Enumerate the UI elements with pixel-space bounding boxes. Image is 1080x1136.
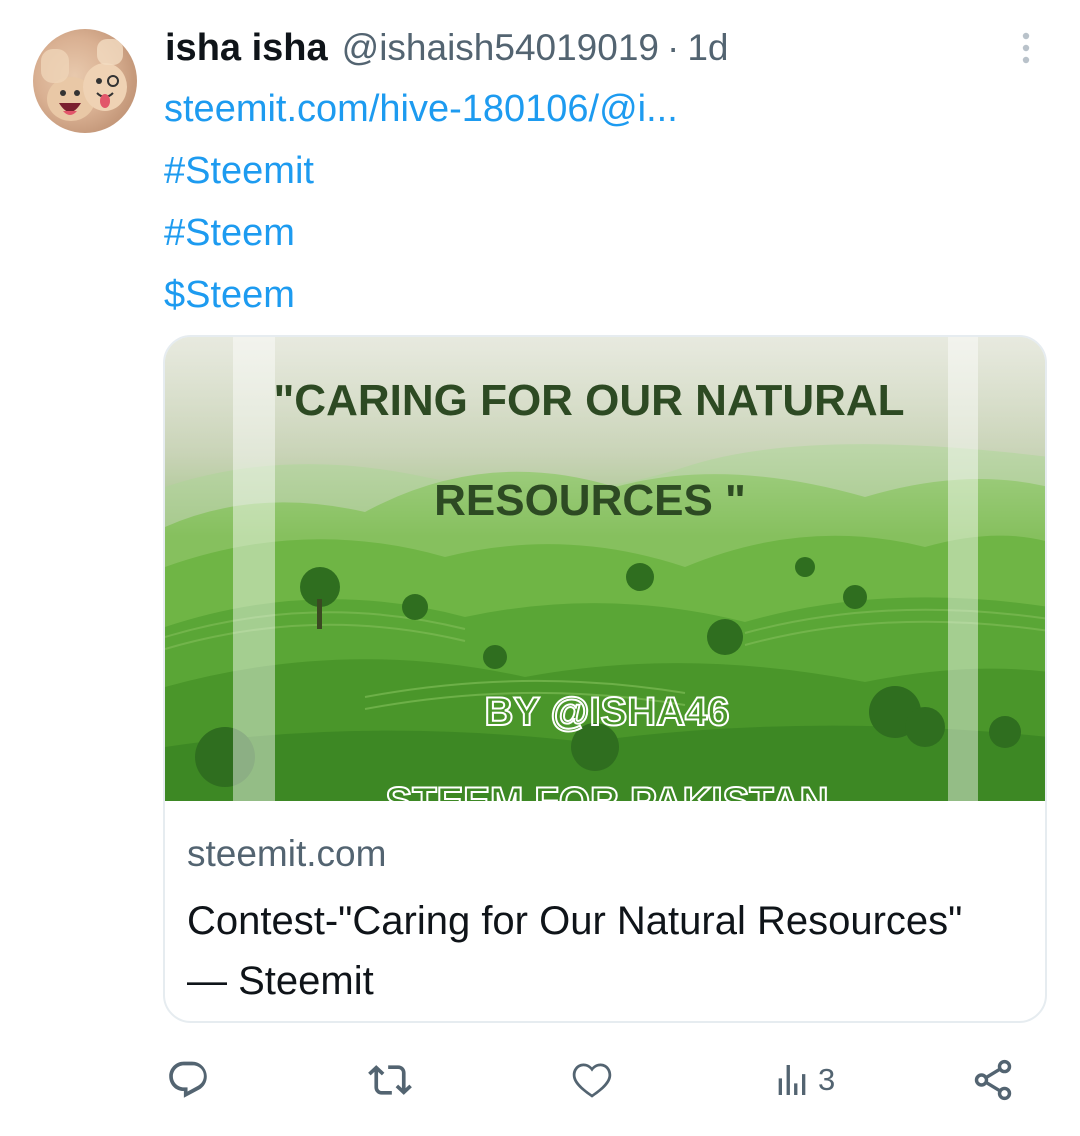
card-image-title-line1: "CARING FOR OUR NATURAL <box>273 376 904 425</box>
timestamp[interactable]: 1d <box>687 27 728 69</box>
views-button[interactable]: 3 <box>772 1050 835 1110</box>
like-button[interactable] <box>570 1050 614 1110</box>
share-icon <box>974 1059 1012 1101</box>
card-image-title-line2: RESOURCES " <box>434 476 746 525</box>
retweet-button[interactable] <box>368 1050 412 1110</box>
cashtag-steem[interactable]: $Steem <box>164 264 678 326</box>
hashtag-steemit[interactable]: #Steemit <box>164 140 678 202</box>
card-image[interactable]: "CARING FOR OUR NATURAL RESOURCES " BY @… <box>165 337 1045 801</box>
card-title: Contest-"Caring for Our Natural Resource… <box>187 899 963 1003</box>
link-preview-card[interactable]: "CARING FOR OUR NATURAL RESOURCES " BY @… <box>163 335 1047 1023</box>
separator-dot: · <box>667 27 680 68</box>
reply-button[interactable] <box>166 1050 210 1110</box>
reply-icon <box>169 1061 207 1098</box>
tweet-action-bar: 3 <box>0 1050 1080 1110</box>
more-vertical-icon <box>1022 32 1030 64</box>
author-name[interactable]: isha isha <box>165 27 328 70</box>
like-icon <box>572 1063 612 1098</box>
views-icon <box>778 1065 806 1095</box>
avatar-image <box>41 39 127 121</box>
card-domain: steemit.com <box>187 833 387 874</box>
card-image-byline: BY @ISHA46 <box>484 690 729 734</box>
author-handle[interactable]: @ishaish54019019 <box>342 27 659 69</box>
tweet-url-link[interactable]: steemit.com/hive-180106/@i... <box>164 78 678 140</box>
views-count: 3 <box>818 1062 836 1097</box>
retweet-icon <box>368 1065 412 1095</box>
tweet-body: steemit.com/hive-180106/@i... #Steemit #… <box>164 78 678 326</box>
more-options-button[interactable] <box>1010 28 1042 68</box>
hashtag-steem[interactable]: #Steem <box>164 202 678 264</box>
tweet-header: isha isha @ishaish54019019 · 1d <box>165 22 728 74</box>
card-image-footer: STEEM FOR PAKISTAN <box>386 780 829 801</box>
share-button[interactable] <box>970 1050 1016 1110</box>
avatar[interactable] <box>33 29 137 133</box>
